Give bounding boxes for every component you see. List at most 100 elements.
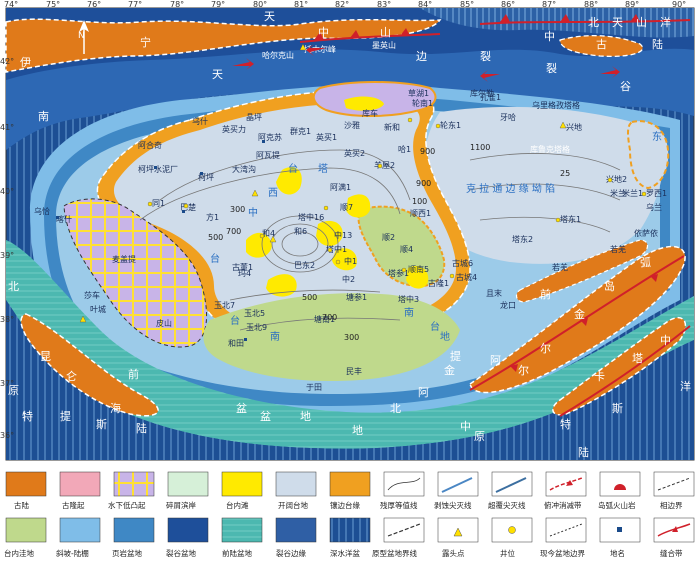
legend-label: 超覆尖灭线: [488, 500, 526, 510]
region-label: 裂: [546, 62, 557, 75]
lon-tick: 90°: [672, 0, 686, 9]
legend-swatch-rift-margin: [275, 517, 317, 543]
place-name: 罗西1: [646, 189, 667, 198]
contour-label: 25: [560, 169, 570, 178]
lon-tick: 82°: [335, 0, 349, 9]
contour-label: 300: [344, 333, 359, 342]
region-label: 台: [210, 252, 220, 265]
lat-tick: 36°: [0, 431, 14, 440]
lon-tick: 85°: [460, 0, 474, 9]
well-marker: [641, 191, 647, 197]
well-marker: [323, 205, 329, 211]
place-name: 皮山: [156, 318, 172, 328]
region-label: 特: [22, 409, 33, 423]
place-name: 顺4: [400, 245, 413, 254]
place-name: 中13: [334, 230, 352, 240]
contour-label: 500: [208, 233, 223, 242]
legend-label: 地名: [610, 548, 625, 558]
legend-label: 裂谷边缘: [276, 548, 306, 558]
legend-label: 台内洼地: [4, 548, 34, 558]
region-label: 前: [128, 367, 139, 381]
place-name: 塔东1: [560, 214, 581, 224]
lon-tick: 84°: [418, 0, 432, 9]
region-label: 谷: [620, 80, 631, 93]
place-name: 墨英山: [372, 40, 396, 50]
place-name: 和田: [228, 339, 244, 348]
region-label: 塔: [318, 162, 328, 175]
region-label: 西: [268, 188, 278, 199]
lon-tick: 87°: [542, 0, 556, 9]
region-label: 地: [300, 410, 311, 423]
region-label: 伊: [20, 56, 31, 69]
place-name: 乌兰: [646, 202, 662, 212]
contour-label: 900: [416, 179, 431, 188]
legend-swatch-rimmed-margin: [329, 471, 371, 497]
lon-tick: 86°: [501, 0, 515, 9]
place-name: 方1: [206, 212, 219, 222]
place-name: 群克1: [290, 126, 311, 136]
place-name: 羊屋2: [374, 160, 395, 170]
region-label: 台: [230, 314, 240, 327]
place-name: 古城6: [452, 258, 473, 268]
region-label: 山: [380, 26, 391, 39]
place-name: 兴地: [566, 122, 582, 132]
region-label: 岛: [604, 279, 615, 293]
legend-label: 井位: [500, 548, 515, 558]
region-label: 天: [612, 16, 623, 29]
place-marker: [56, 216, 59, 219]
region-label: 塔: [632, 352, 643, 365]
place-name: 库车: [362, 108, 378, 118]
lon-tick: 74°: [4, 0, 18, 9]
region-label: 中: [248, 206, 258, 219]
place-name: 古隆1: [428, 278, 449, 288]
place-name: 古城4: [456, 272, 477, 282]
region-label: 中: [660, 334, 671, 347]
lat-tick: 40°: [0, 187, 14, 196]
place-name: 龙口: [500, 300, 516, 310]
place-name: 和6: [294, 227, 307, 236]
place-name: 牙哈: [500, 112, 516, 122]
paleogeography-map: N 74° 75° 76° 77° 78° 79° 80° 81° 82° 83…: [0, 0, 700, 564]
legend-swatch-rift-basin: [167, 517, 209, 543]
region-label: 提: [60, 410, 71, 423]
legend-label: 露头点: [442, 548, 465, 558]
lat-tick: 39°: [0, 251, 14, 260]
place-name: 民丰: [346, 366, 362, 376]
place-name: 玉北5: [244, 309, 265, 318]
well-marker: [335, 259, 341, 265]
lon-tick: 80°: [253, 0, 267, 9]
place-name: 乌里格孜塔格: [532, 100, 580, 110]
well-marker: [607, 177, 613, 183]
legend-swatch-slope-shelf: [59, 517, 101, 543]
region-label: 北: [390, 402, 401, 415]
place-marker: [182, 210, 185, 213]
region-label: 昆: [40, 350, 51, 363]
well-marker: [377, 163, 383, 169]
legend-label: 镶边台缘: [330, 500, 360, 510]
legend-label: 原型盆地界线: [372, 548, 417, 558]
region-label: 弧: [640, 255, 651, 269]
place-name: 草湖1: [408, 88, 429, 98]
region-label: 台: [430, 320, 440, 333]
region-label: 洋: [660, 15, 671, 29]
region-label: 中: [318, 26, 329, 39]
lon-tick: 81°: [294, 0, 308, 9]
region-label: 阿: [418, 386, 429, 399]
lat-tick: 42°: [0, 57, 14, 66]
place-marker: [262, 140, 265, 143]
legend-swatch-low-uplift: [113, 471, 155, 497]
region-label: 南: [404, 306, 414, 319]
region-label: 台: [288, 162, 298, 175]
region-label: 原: [8, 384, 19, 397]
legend-swatch-contour: [383, 471, 425, 497]
region-label: 地: [352, 424, 363, 437]
lon-tick: 83°: [377, 0, 391, 9]
region-label: 中: [460, 420, 471, 433]
region-label: 边: [416, 50, 427, 63]
legend-swatch-prototype-boundary: [383, 517, 425, 543]
legend-swatch-clastic-shore: [167, 471, 209, 497]
legend-swatch-subduction: [545, 471, 587, 497]
well-marker: [327, 247, 333, 253]
place-name: 孔雀1: [480, 92, 501, 102]
well-marker: [259, 233, 265, 239]
